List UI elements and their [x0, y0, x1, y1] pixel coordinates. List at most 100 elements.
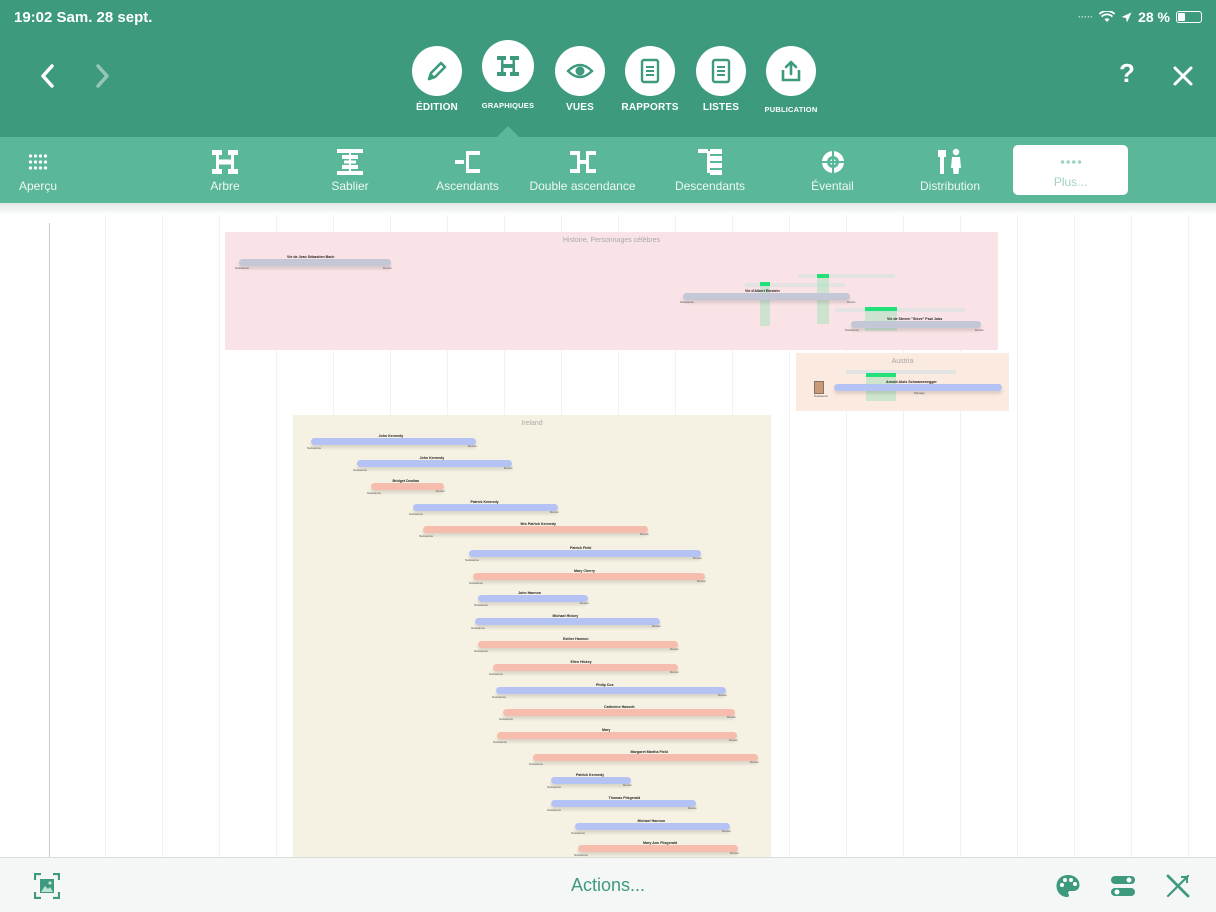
signal-icon: ····· — [1078, 12, 1094, 22]
chart-canvas[interactable]: Histoire, Personnages célèbres Vie de Je… — [0, 215, 1216, 857]
palette-icon — [1056, 875, 1080, 897]
close-icon — [1173, 66, 1193, 86]
mode-graphiques-label: GRAPHIQUES — [481, 101, 535, 110]
birth-label: Naissance — [814, 394, 829, 398]
chart-apercu-button[interactable]: Aperçu — [8, 137, 68, 203]
lifespan-bar[interactable] — [533, 754, 758, 761]
distribution-people-icon — [935, 147, 965, 177]
chart-eventail-button[interactable]: Éventail — [795, 137, 870, 203]
birth-label: Naissance — [307, 446, 322, 450]
birth-label: Naissance — [353, 468, 368, 472]
mode-rapports-button[interactable]: RAPPORTS — [610, 46, 690, 113]
lifespan-bar[interactable] — [551, 777, 631, 784]
chart-plus-label: Plus... — [1053, 175, 1088, 189]
chart-arbre-button[interactable]: Arbre — [190, 137, 260, 203]
chart-plus-button[interactable]: Plus... — [1013, 145, 1128, 195]
mode-graphiques-button[interactable]: GRAPHIQUES — [468, 40, 548, 110]
chart-settings-button[interactable] — [1108, 871, 1138, 901]
lifespan-bar[interactable] — [851, 321, 981, 328]
edit-tools-button[interactable] — [1163, 871, 1193, 901]
lifespan-bar[interactable] — [475, 618, 660, 625]
group-panel-ireland[interactable]: Ireland John Kennedy Naissance Décès John K… — [293, 415, 771, 857]
death-label: Décès — [718, 693, 727, 697]
mode-vues-button[interactable]: VUES — [540, 46, 620, 113]
lifespan-bar[interactable] — [575, 823, 730, 830]
lifespan-bar[interactable] — [311, 438, 476, 445]
death-label: Décès — [670, 670, 679, 674]
death-label: Décès — [468, 444, 477, 448]
pencil-icon — [412, 46, 462, 96]
birth-label: Naissance — [474, 603, 489, 607]
birth-label: Naissance — [367, 491, 382, 495]
lifespan-bar[interactable] — [357, 460, 512, 467]
birth-label: Naissance — [680, 300, 695, 304]
birth-label: Naissance — [489, 672, 504, 676]
chart-descendants-label: Descendants — [674, 179, 746, 193]
chart-double-ascendance-button[interactable]: Double ascendance — [515, 137, 650, 203]
chart-distribution-button[interactable]: Distribution — [905, 137, 995, 203]
lifespan-bar[interactable] — [239, 259, 391, 266]
event-strip — [835, 308, 965, 312]
lifespan-bar[interactable] — [478, 595, 588, 602]
chart-distribution-label: Distribution — [919, 179, 981, 193]
location-arrow-icon — [1121, 12, 1132, 22]
event-column — [817, 278, 829, 324]
death-label: Décès — [436, 489, 445, 493]
lifespan-bar[interactable] — [469, 550, 701, 557]
birth-label: Naissance — [845, 328, 860, 332]
death-label: Décès — [847, 300, 856, 304]
eye-icon — [555, 46, 605, 96]
chart-arbre-label: Arbre — [210, 179, 240, 193]
lifespan-bar[interactable] — [478, 641, 678, 648]
report-document-icon — [625, 46, 675, 96]
ancestors-chart-icon — [454, 147, 482, 177]
birth-label: Naissance — [571, 831, 586, 835]
fan-chart-icon — [819, 147, 847, 177]
lifespan-bar[interactable] — [834, 384, 1002, 391]
death-label: Décès — [688, 806, 697, 810]
person-photo-avatar[interactable] — [814, 381, 824, 394]
lifespan-bar[interactable] — [503, 709, 735, 716]
group-panel-austria[interactable]: Austria Arnold Alois Schwarzenegger Nais… — [796, 353, 1009, 411]
death-label: Décès — [730, 851, 739, 855]
lifespan-bar[interactable] — [497, 732, 737, 739]
lifespan-bar[interactable] — [473, 573, 705, 580]
status-indicators: ····· 28 % — [1078, 9, 1202, 25]
lifespan-bar[interactable] — [413, 504, 558, 511]
chart-descendants-button[interactable]: Descendants — [665, 137, 755, 203]
marriage-label: Mariage — [914, 391, 925, 395]
birth-label: Naissance — [492, 695, 507, 699]
lifespan-bar[interactable] — [578, 845, 738, 852]
birth-label: Naissance — [235, 266, 250, 270]
birth-label: Naissance — [499, 717, 514, 721]
actions-button[interactable]: Actions... — [0, 875, 1216, 896]
mode-publication-button[interactable]: PUBLICATION — [751, 46, 831, 114]
chart-sablier-button[interactable]: Sablier — [310, 137, 390, 203]
lifespan-bar[interactable] — [371, 483, 444, 490]
birth-label: Naissance — [474, 649, 489, 653]
help-button[interactable]: ? — [1112, 58, 1142, 89]
app-root: 19:02 Sam. 28 sept. ····· 28 % ÉDITION G… — [0, 0, 1216, 912]
mode-listes-button[interactable]: LISTES — [681, 46, 761, 113]
chart-ascendants-button[interactable]: Ascendants — [425, 137, 510, 203]
grid-dots-icon — [28, 147, 48, 177]
mode-edition-button[interactable]: ÉDITION — [397, 46, 477, 113]
lifespan-bar[interactable] — [496, 687, 726, 694]
group-panel-famous-people[interactable]: Histoire, Personnages célèbres Vie de Je… — [225, 232, 998, 350]
death-label: Décès — [623, 783, 632, 787]
close-button[interactable] — [1166, 58, 1200, 94]
color-theme-button[interactable] — [1053, 871, 1083, 901]
chevron-right-icon — [96, 64, 109, 88]
birth-label: Naissance — [465, 558, 480, 562]
death-label: Décès — [640, 532, 649, 536]
birth-label: Naissance — [529, 762, 544, 766]
forward-button[interactable] — [88, 58, 118, 94]
back-button[interactable] — [32, 58, 62, 94]
death-label: Décès — [693, 556, 702, 560]
lifespan-bar[interactable] — [423, 526, 648, 533]
lifespan-bar[interactable] — [551, 800, 696, 807]
death-label: Décès — [729, 738, 738, 742]
lifespan-bar[interactable] — [683, 293, 850, 300]
tools-icon — [1166, 874, 1190, 898]
lifespan-bar[interactable] — [493, 664, 678, 671]
